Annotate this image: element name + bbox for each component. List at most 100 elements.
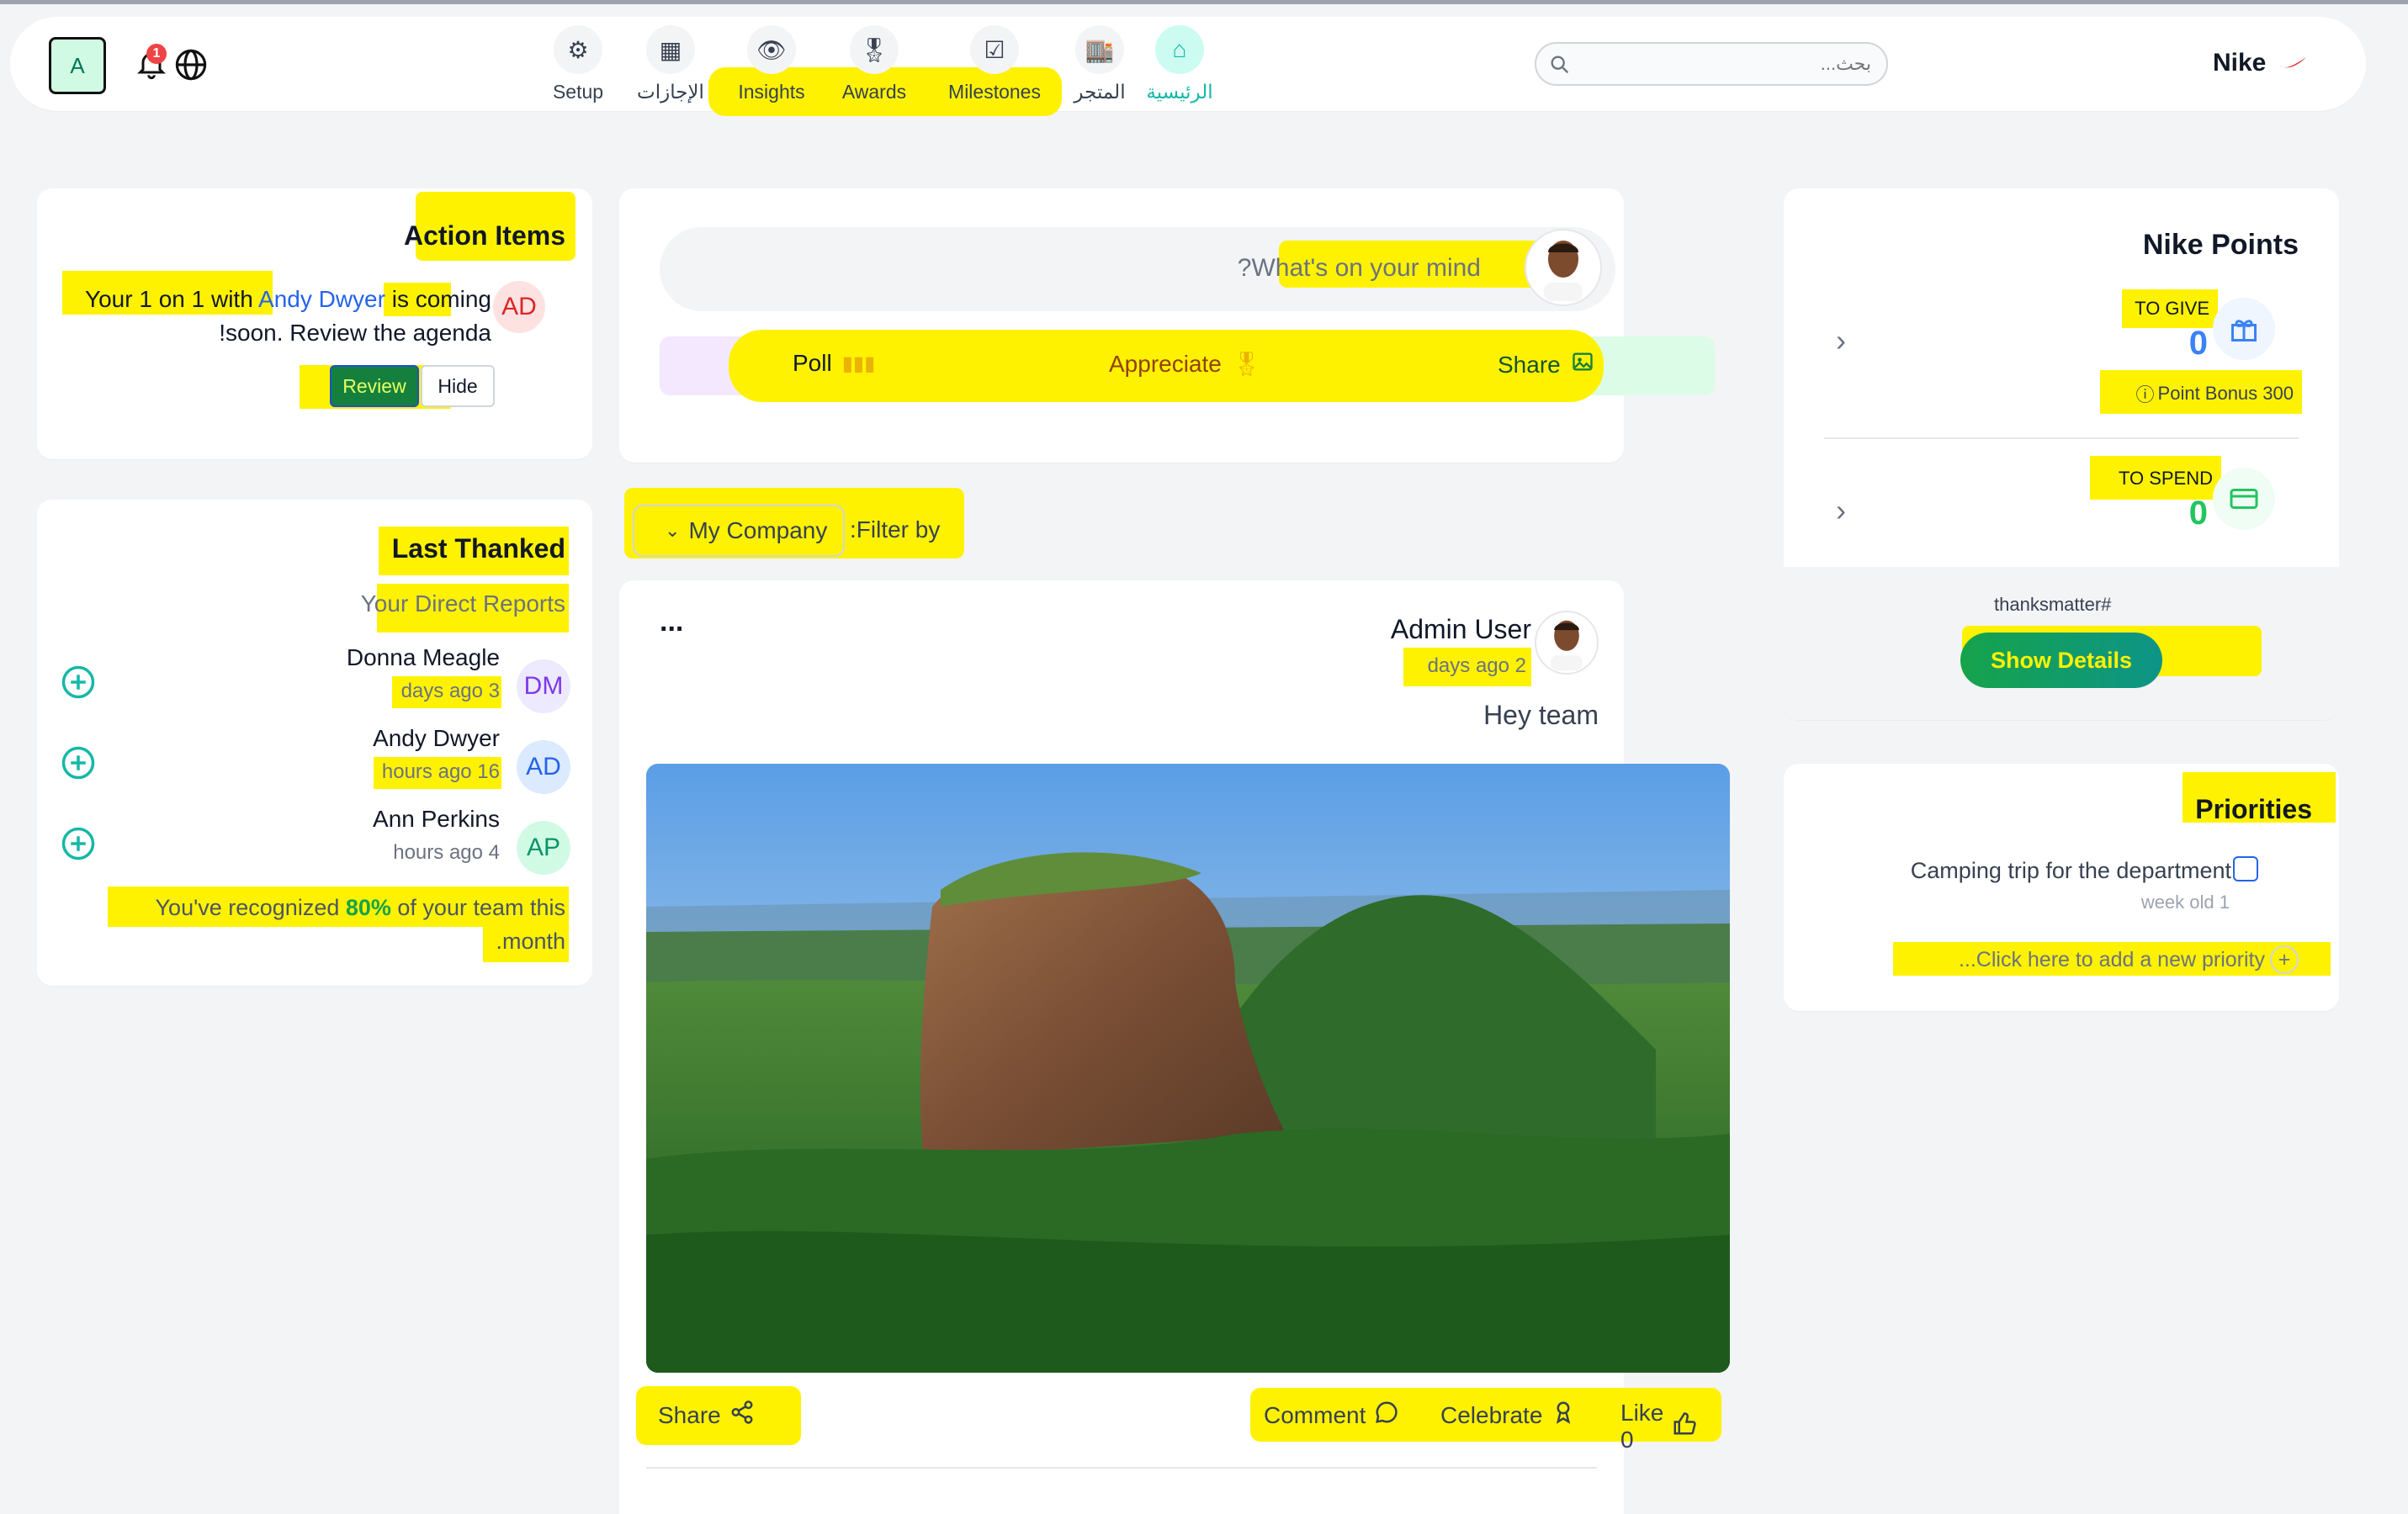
review-button[interactable]: Review — [330, 365, 419, 407]
celebrate-button[interactable]: Celebrate — [1440, 1400, 1576, 1431]
nav-milestones[interactable]: ☑ Milestones — [936, 25, 1053, 103]
ribbon-icon: 🎖 — [1231, 351, 1262, 377]
comment-label: Comment — [1264, 1401, 1366, 1428]
top-border — [0, 0, 2408, 4]
nav-home[interactable]: ⌂ الرئيسية — [1129, 25, 1230, 103]
person-time: hours ago 16 — [381, 760, 500, 783]
last-thanked-title: Last Thanked — [391, 533, 565, 564]
action-message-line2: !soon. Review the agenda — [219, 320, 491, 346]
award-icon: 🎖 — [850, 25, 899, 74]
list-item: DM Donna Meagle days ago 3 — [37, 643, 592, 723]
nike-logo — [2278, 54, 2308, 72]
recognized-pct: 80% — [345, 895, 391, 920]
hide-button[interactable]: Hide — [421, 365, 495, 407]
search-input[interactable] — [1595, 50, 1873, 77]
brand: Nike — [2213, 49, 2308, 77]
share-label: Share — [1498, 351, 1561, 378]
hide-label: Hide — [438, 374, 478, 397]
globe-icon[interactable] — [173, 47, 209, 82]
spend-row[interactable]: › TO SPEND 0 — [1784, 451, 2339, 569]
person-time: hours ago 4 — [393, 841, 500, 864]
nav-awards[interactable]: 🎖 Awards — [828, 25, 920, 103]
points-card: Nike Points › TO GIVE 0 ⓘ Point Bonus 300… — [1784, 188, 2339, 720]
nav-vacations-label: الإجازات — [637, 81, 704, 103]
recognized-line1: You've recognized 80% of your team this — [156, 895, 565, 921]
add-priority-button[interactable]: ...Click here to add a new priority + — [1959, 945, 2299, 974]
bonus-label: ⓘ Point Bonus 300 — [2136, 380, 2294, 407]
user-initial: A — [70, 52, 85, 78]
filter-dropdown[interactable]: ⌄ My Company — [633, 505, 845, 557]
action-avatar-initials: AD — [501, 293, 537, 320]
person-time: days ago 3 — [400, 680, 500, 702]
chevron-right-icon: › — [1836, 323, 1846, 357]
bonus-text: Point Bonus 300 — [2157, 383, 2294, 404]
nav-milestones-label: Milestones — [948, 81, 1041, 103]
thumbs-up-icon — [1672, 1411, 1697, 1443]
action-message-line1: Your 1 on 1 with Andy Dwyer is coming — [85, 286, 491, 313]
nav-setup[interactable]: ⚙ Setup — [532, 25, 624, 103]
nav-insights[interactable]: 👁 Insights — [725, 25, 818, 103]
priorities-title: Priorities — [2195, 794, 2312, 824]
like-label: Like 0 — [1620, 1400, 1664, 1453]
post-image[interactable] — [646, 764, 1730, 1373]
like-button[interactable]: Like 0 — [1620, 1400, 1697, 1453]
post-author[interactable]: Admin User — [1391, 614, 1531, 645]
priorities-card: Priorities Camping trip for the departme… — [1784, 764, 2339, 1011]
points-footer: thanksmatter# Show Details — [1784, 567, 2339, 720]
person-avatar: AD — [517, 740, 570, 794]
bell-icon[interactable]: 1 — [135, 44, 168, 81]
post-menu-button[interactable]: ... — [660, 606, 683, 638]
spend-value: 0 — [2188, 495, 2208, 532]
action-avatar: AD — [493, 281, 545, 333]
andy-dwyer-link[interactable]: Andy Dwyer — [258, 286, 385, 312]
celebrate-label: Celebrate — [1440, 1401, 1543, 1428]
person-initials: DM — [523, 672, 564, 700]
add-circle-icon[interactable] — [61, 826, 96, 866]
gift-icon — [2213, 298, 2275, 360]
give-value: 0 — [2188, 325, 2208, 362]
msg-part1: Your 1 on 1 with — [85, 286, 259, 312]
award-icon — [1551, 1400, 1576, 1431]
post-text: Hey team — [1483, 700, 1599, 730]
show-details-button[interactable]: Show Details — [1960, 633, 2162, 688]
user-photo-avatar — [1525, 229, 1602, 306]
post-time: days ago 2 — [1427, 654, 1526, 677]
nav-home-label: الرئيسية — [1146, 81, 1213, 103]
comment-icon — [1374, 1400, 1399, 1431]
add-circle-icon[interactable] — [61, 664, 96, 704]
author-photo-avatar — [1535, 611, 1599, 675]
add-circle-icon[interactable] — [61, 745, 96, 785]
comment-button[interactable]: Comment — [1264, 1400, 1399, 1431]
nav-awards-label: Awards — [841, 81, 907, 103]
points-divider — [1824, 437, 2299, 439]
top-navbar: A 1 ⚙ Setup ▦ الإجازات 👁 Insights 🎖 Awar… — [10, 17, 2366, 116]
composer-placeholder: ?What's on your mind — [1237, 254, 1481, 282]
calendar-icon: ▦ — [646, 25, 695, 74]
post-card: ... Admin User days ago 2 Hey team Share… — [619, 580, 1730, 1514]
chevron-right-icon: › — [1836, 493, 1846, 527]
priority-checkbox[interactable] — [2233, 856, 2258, 881]
search-icon — [1548, 53, 1572, 81]
nav-vacations[interactable]: ▦ الإجازات — [624, 25, 717, 103]
recognized-line2: .month — [496, 929, 565, 954]
nav-store-label: المتجر — [1074, 81, 1126, 103]
add-priority-label: ...Click here to add a new priority — [1958, 947, 2265, 971]
poll-label: Poll — [793, 350, 832, 376]
user-avatar-button[interactable]: A — [49, 37, 106, 94]
post-share-button[interactable]: Share — [658, 1400, 755, 1431]
appreciate-label: Appreciate — [1109, 350, 1222, 377]
to-spend-label: TO SPEND — [2118, 468, 2213, 489]
person-avatar: DM — [517, 659, 570, 713]
person-name: Donna Meagle — [346, 644, 500, 670]
to-give-label: TO GIVE — [2135, 298, 2209, 319]
poll-label-group: Poll ▮▮▮ — [793, 350, 875, 377]
share-icon — [729, 1400, 755, 1431]
filter-value: My Company — [688, 517, 828, 543]
msg-part2: is coming — [385, 286, 491, 312]
checklist-icon: ☑ — [970, 25, 1019, 74]
search-box[interactable] — [1535, 42, 1888, 86]
give-row[interactable]: › TO GIVE 0 ⓘ Point Bonus 300 — [1784, 281, 2339, 432]
plus-circle-icon: + — [2270, 945, 2299, 974]
card-icon — [2213, 468, 2275, 530]
appreciate-label-group: Appreciate 🎖 — [1109, 350, 1261, 378]
